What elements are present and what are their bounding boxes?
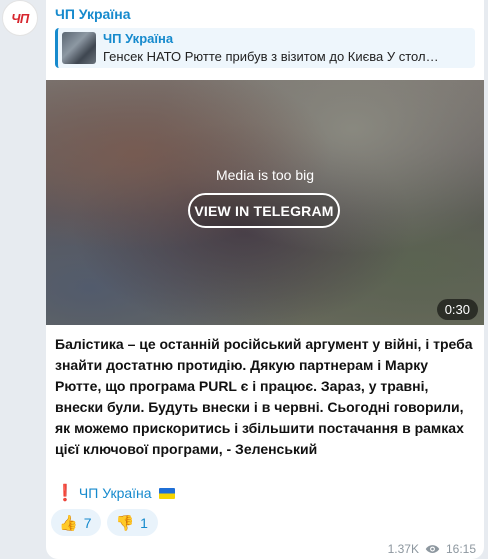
view-in-telegram-button[interactable]: VIEW IN TELEGRAM [188, 193, 340, 228]
thumbs-down-icon: 👎 [115, 514, 135, 532]
post-text: Балістика – це останній російський аргум… [55, 336, 473, 457]
view-count: 1.37K [387, 542, 419, 556]
channel-name[interactable]: ЧП Україна [55, 6, 131, 22]
message-meta: 1.37K 16:15 [388, 542, 476, 556]
thumbs-up-icon: 👍 [59, 514, 78, 532]
exclamation-icon: ❗ [55, 485, 75, 502]
reactions-bar: 👍 7 👎 1 [51, 509, 158, 536]
avatar-text: ЧП [11, 10, 29, 26]
eye-icon [425, 545, 440, 553]
message-bubble: ЧП Україна ЧП Україна Генсек НАТО Рютте … [46, 0, 484, 559]
message-time: 16:15 [445, 542, 476, 556]
reply-text: Генсек НАТО Рютте прибув з візитом до Ки… [103, 49, 439, 64]
video-duration: 0:30 [436, 299, 478, 320]
channel-avatar[interactable]: ЧП [2, 0, 38, 36]
reaction-thumbs-down[interactable]: 👎 1 [107, 509, 158, 536]
reply-preview[interactable]: ЧП Україна Генсек НАТО Рютте прибув з ві… [55, 28, 475, 68]
reaction-count: 1 [140, 514, 148, 531]
video-preview[interactable]: Media is too big VIEW IN TELEGRAM 0:30 [46, 80, 484, 325]
reply-title: ЧП Україна [103, 31, 174, 46]
reaction-thumbs-up[interactable]: 👍 7 [51, 509, 102, 536]
media-too-big-message: Media is too big [215, 167, 315, 183]
reply-thumbnail [62, 32, 96, 64]
post-signature[interactable]: ❗ ЧП Україна [55, 483, 175, 503]
signature-link[interactable]: ЧП Україна [79, 485, 152, 501]
reaction-count: 7 [83, 514, 92, 531]
ukraine-flag-icon [158, 487, 175, 499]
